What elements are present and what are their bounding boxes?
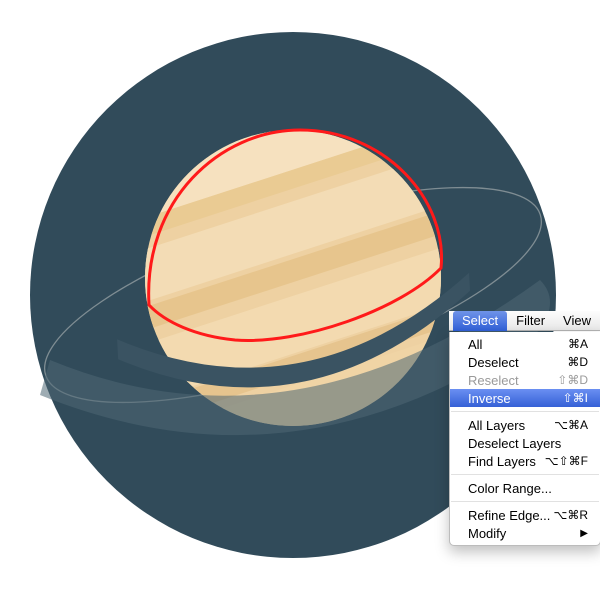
menu-inverse[interactable]: Inverse ⇧⌘I	[450, 389, 600, 407]
menu-deselect-label: Deselect	[468, 355, 567, 370]
menubar-view[interactable]: View	[554, 311, 600, 331]
menu-modify[interactable]: Modify ▶	[450, 524, 600, 542]
menu-find-layers-shortcut: ⌥⇧⌘F	[545, 454, 588, 468]
menu-separator	[451, 474, 599, 475]
chevron-right-icon: ▶	[580, 528, 588, 539]
menubar-select[interactable]: Select	[453, 311, 507, 331]
menu-all-label: All	[468, 337, 568, 352]
menu-refine-edge-shortcut: ⌥⌘R	[554, 508, 589, 522]
menu-separator	[451, 501, 599, 502]
menu-deselect-shortcut: ⌘D	[567, 355, 588, 369]
menu-separator	[451, 411, 599, 412]
menu-deselect-layers[interactable]: Deselect Layers	[450, 434, 600, 452]
app-menubar[interactable]: Select Filter View Windo	[449, 311, 600, 331]
menu-find-layers[interactable]: Find Layers ⌥⇧⌘F	[450, 452, 600, 470]
menu-all[interactable]: All ⌘A	[450, 335, 600, 353]
menu-modify-label: Modify	[468, 526, 572, 541]
menu-inverse-label: Inverse	[468, 391, 563, 406]
menu-all-layers[interactable]: All Layers ⌥⌘A	[450, 416, 600, 434]
menu-deselect[interactable]: Deselect ⌘D	[450, 353, 600, 371]
menubar-view-label: View	[563, 313, 591, 328]
select-menu-dropdown[interactable]: All ⌘A Deselect ⌘D Reselect ⇧⌘D Inverse …	[449, 332, 600, 546]
menu-find-layers-label: Find Layers	[468, 454, 545, 469]
menubar-select-label: Select	[462, 313, 498, 328]
menu-reselect-label: Reselect	[468, 373, 557, 388]
menubar-filter[interactable]: Filter	[507, 311, 554, 331]
menu-color-range-label: Color Range...	[468, 481, 588, 496]
menu-refine-edge-label: Refine Edge...	[468, 508, 554, 523]
menu-color-range[interactable]: Color Range...	[450, 479, 600, 497]
menu-reselect-shortcut: ⇧⌘D	[557, 373, 588, 387]
menu-deselect-layers-label: Deselect Layers	[468, 436, 588, 451]
menu-all-layers-shortcut: ⌥⌘A	[554, 418, 588, 432]
menubar-filter-label: Filter	[516, 313, 545, 328]
menu-all-layers-label: All Layers	[468, 418, 554, 433]
menu-reselect: Reselect ⇧⌘D	[450, 371, 600, 389]
menu-inverse-shortcut: ⇧⌘I	[563, 391, 588, 405]
menu-refine-edge[interactable]: Refine Edge... ⌥⌘R	[450, 506, 600, 524]
menu-all-shortcut: ⌘A	[568, 337, 588, 351]
